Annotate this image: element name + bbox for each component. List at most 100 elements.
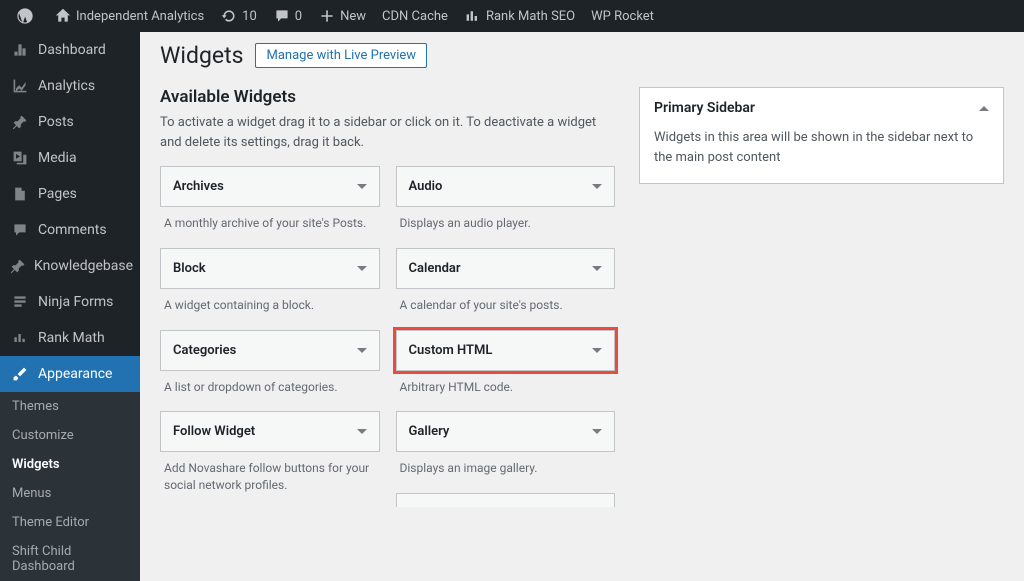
widget-title: Custom HTML — [409, 343, 493, 358]
sidebar-area-title: Primary Sidebar — [654, 100, 755, 116]
available-widgets-panel: Available Widgets To activate a widget d… — [160, 87, 615, 507]
widget-desc: A widget containing a block. — [160, 289, 380, 318]
submenu-item-customize[interactable]: Customize — [0, 421, 140, 450]
widget-calendar[interactable]: Calendar — [396, 248, 616, 289]
menu-item-dashboard[interactable]: Dashboard — [0, 32, 140, 68]
admin-sidebar: Dashboard Analytics Posts Media Pages Comment… — [0, 32, 140, 507]
menu-item-posts[interactable]: Posts — [0, 104, 140, 140]
comments[interactable]: 0 — [265, 0, 310, 32]
widget-follow-widget[interactable]: Follow Widget — [160, 411, 380, 452]
sidebar-area-toggle[interactable]: Primary Sidebar — [640, 88, 1003, 128]
sidebar-area-primary: Primary Sidebar Widgets in this area wil… — [639, 87, 1004, 184]
widget-audio[interactable]: Audio — [396, 166, 616, 207]
widget-desc: Arbitrary HTML code. — [396, 371, 616, 400]
menu-item-label: Media — [38, 150, 77, 166]
menu-item-label: Dashboard — [38, 42, 106, 58]
menu-item-comments[interactable]: Comments — [0, 212, 140, 248]
caret-down-icon — [357, 184, 367, 189]
caret-down-icon — [357, 266, 367, 271]
caret-down-icon — [592, 348, 602, 353]
widget-desc: Displays an image gallery. — [396, 452, 616, 481]
caret-down-icon — [357, 348, 367, 353]
comments-count: 0 — [295, 9, 302, 24]
widget-custom-html[interactable]: Custom HTML — [396, 330, 616, 371]
rankmath-label: Rank Math SEO — [486, 9, 575, 24]
main-content: Widgets Manage with Live Preview Availab… — [140, 32, 1024, 507]
widget-title: Calendar — [409, 261, 461, 276]
media-icon — [10, 148, 30, 168]
pin-icon — [10, 112, 30, 132]
menu-item-pages[interactable]: Pages — [0, 176, 140, 212]
caret-down-icon — [592, 266, 602, 271]
updates-count: 10 — [242, 9, 257, 24]
widget-desc: A list or dropdown of categories. — [160, 371, 380, 400]
wp-rocket[interactable]: WP Rocket — [583, 0, 662, 32]
menu-item-label: Comments — [38, 222, 107, 238]
widget-title: Block — [173, 261, 206, 276]
manage-live-preview-button[interactable]: Manage with Live Preview — [255, 43, 427, 68]
caret-down-icon — [592, 184, 602, 189]
widget-meta[interactable]: Meta — [396, 493, 616, 507]
chart-icon — [464, 7, 482, 25]
new-label: New — [340, 9, 366, 24]
site-name[interactable]: Independent Analytics — [46, 0, 212, 32]
cdn-label: CDN Cache — [382, 9, 448, 24]
menu-item-label: Pages — [38, 186, 77, 202]
wp-logo[interactable] — [8, 0, 46, 32]
pages-icon — [10, 184, 30, 204]
page-title: Widgets — [160, 42, 243, 69]
available-widgets-heading: Available Widgets — [160, 87, 615, 107]
widget-desc: A monthly archive of your site's Posts. — [160, 207, 380, 236]
widget-categories[interactable]: Categories — [160, 330, 380, 371]
widget-title: Audio — [409, 179, 443, 194]
analytics-icon — [10, 76, 30, 96]
menu-item-appearance[interactable]: Appearance — [0, 356, 140, 392]
form-icon — [10, 292, 30, 312]
menu-item-knowledgebase[interactable]: Knowledgebase — [0, 248, 140, 284]
rocket-label: WP Rocket — [591, 9, 654, 24]
pin-icon — [10, 256, 26, 276]
new-content[interactable]: New — [310, 0, 374, 32]
menu-item-label: Ninja Forms — [38, 294, 113, 310]
submenu-item-shift-child-dashboard[interactable]: Shift Child Dashboard — [0, 537, 140, 581]
menu-item-label: Appearance — [38, 366, 112, 382]
submenu-item-menus[interactable]: Menus — [0, 479, 140, 508]
widget-title: Archives — [173, 179, 224, 194]
comment-icon — [10, 220, 30, 240]
menu-item-analytics[interactable]: Analytics — [0, 68, 140, 104]
caret-down-icon — [592, 429, 602, 434]
plus-icon — [318, 7, 336, 25]
rank-icon — [10, 328, 30, 348]
updates[interactable]: 10 — [212, 0, 265, 32]
widget-block[interactable]: Block — [160, 248, 380, 289]
widget-desc: Add Novashare follow buttons for your so… — [160, 452, 380, 498]
widget-desc: A calendar of your site's posts. — [396, 289, 616, 318]
caret-up-icon — [979, 106, 989, 111]
menu-item-label: Analytics — [38, 78, 95, 94]
admin-toolbar: Independent Analytics 10 0 New CDN Cache… — [0, 0, 1024, 32]
menu-item-ninja-forms[interactable]: Ninja Forms — [0, 284, 140, 320]
wordpress-icon — [16, 7, 34, 25]
available-widgets-help: To activate a widget drag it to a sideba… — [160, 113, 615, 152]
site-name-label: Independent Analytics — [76, 9, 204, 24]
menu-item-label: Knowledgebase — [34, 258, 133, 274]
menu-item-rank-math[interactable]: Rank Math — [0, 320, 140, 356]
menu-item-label: Posts — [38, 114, 74, 130]
page-header: Widgets Manage with Live Preview — [160, 42, 1004, 69]
home-icon — [54, 7, 72, 25]
submenu-item-themes[interactable]: Themes — [0, 392, 140, 421]
widget-gallery[interactable]: Gallery — [396, 411, 616, 452]
widget-archives[interactable]: Archives — [160, 166, 380, 207]
dashboard-icon — [10, 40, 30, 60]
sidebar-area-desc: Widgets in this area will be shown in th… — [640, 128, 1003, 183]
menu-item-label: Rank Math — [38, 330, 105, 346]
comment-icon — [273, 7, 291, 25]
menu-item-media[interactable]: Media — [0, 140, 140, 176]
widget-title: Categories — [173, 343, 236, 358]
submenu-item-widgets[interactable]: Widgets — [0, 450, 140, 479]
rank-math-seo[interactable]: Rank Math SEO — [456, 0, 583, 32]
refresh-icon — [220, 7, 238, 25]
widget-desc: Displays an audio player. — [396, 207, 616, 236]
cdn-cache[interactable]: CDN Cache — [374, 0, 456, 32]
submenu-item-theme-editor[interactable]: Theme Editor — [0, 508, 140, 537]
